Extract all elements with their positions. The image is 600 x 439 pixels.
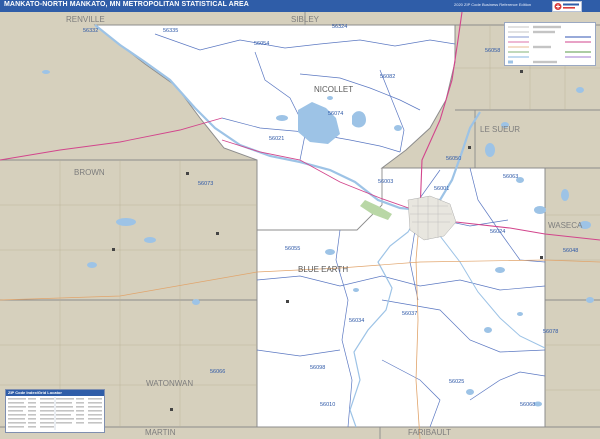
map-page: MANKATO-NORTH MANKATO, MN METROPOLITAN S… <box>0 0 600 439</box>
county-label-faribault: FARIBAULT <box>408 428 451 437</box>
county-label-brown: BROWN <box>74 168 105 177</box>
zip-label: 56066 <box>210 369 225 375</box>
zip-label: 56050 <box>446 156 461 162</box>
zip-label: 56037 <box>402 311 417 317</box>
map-title: MANKATO-NORTH MANKATO, MN METROPOLITAN S… <box>4 1 249 8</box>
county-label-le-sueur: LE SUEUR <box>480 125 520 134</box>
map-canvas[interactable]: RENVILLE SIBLEY NICOLLET LE SUEUR BROWN … <box>0 12 600 439</box>
zip-label: 56098 <box>310 365 325 371</box>
zip-label: 56332 <box>83 28 98 34</box>
zip-label: 56324 <box>332 24 347 30</box>
county-label-blue-earth: BLUE EARTH <box>298 265 348 274</box>
county-label-nicollet: NICOLLET <box>314 85 353 94</box>
zip-label: 56063 <box>503 174 518 180</box>
county-label-renville: RENVILLE <box>66 15 105 24</box>
zip-label: 56082 <box>380 74 395 80</box>
county-label-sibley: SIBLEY <box>291 15 320 24</box>
zip-label: 56048 <box>563 248 578 254</box>
county-label-watonwan: WATONWAN <box>146 379 193 388</box>
zip-label: 56024 <box>490 229 505 235</box>
zip-label: 56054 <box>254 41 269 47</box>
zip-label: 56055 <box>285 246 300 252</box>
zip-label: 56025 <box>449 379 464 385</box>
zip-label: 56003 <box>378 179 393 185</box>
zip-label: 56073 <box>198 181 213 187</box>
county-label-martin: MARTIN <box>145 428 176 437</box>
zip-label: 56335 <box>163 28 178 34</box>
county-label-waseca: WASECA <box>548 221 583 230</box>
zip-label: 56078 <box>543 329 558 335</box>
publisher-logo <box>552 1 582 12</box>
zip-label: 56010 <box>320 402 335 408</box>
zip-label: 56074 <box>328 111 343 117</box>
zip-index-table: ZIP Code Index/Grid Locator <box>5 389 105 433</box>
zip-label: 56034 <box>349 318 364 324</box>
title-bar: MANKATO-NORTH MANKATO, MN METROPOLITAN S… <box>0 0 600 12</box>
zip-index-grid <box>8 397 102 430</box>
zip-label: 56058 <box>485 48 500 54</box>
zip-label: 56068 <box>520 402 535 408</box>
map-legend <box>504 22 596 66</box>
legend-entries <box>508 25 591 64</box>
zip-label: 56021 <box>269 136 284 142</box>
zip-label: 56001 <box>434 186 449 192</box>
edition-label: 2020 ZIP Code Business Reference Edition <box>454 2 532 7</box>
